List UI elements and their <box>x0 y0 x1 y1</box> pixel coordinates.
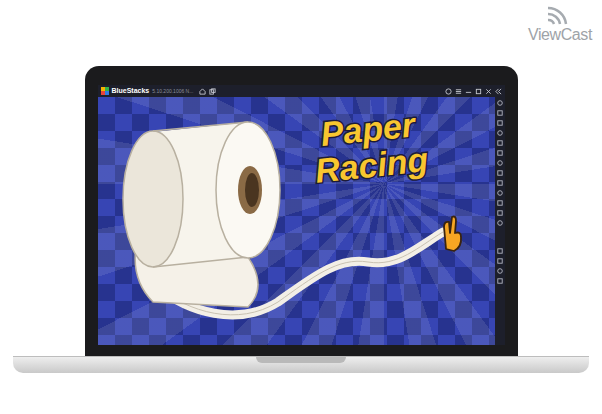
tool-icon[interactable] <box>497 210 503 216</box>
laptop: BlueStacks 5.10.200.1006 N... <box>0 0 602 373</box>
base-notch <box>256 357 346 363</box>
tool-icon[interactable] <box>497 190 503 196</box>
tool-icon[interactable] <box>497 120 503 126</box>
maximize-icon[interactable] <box>475 88 482 95</box>
tool-icon[interactable] <box>497 170 503 176</box>
tool-icon[interactable] <box>497 160 503 166</box>
tool-icon[interactable] <box>497 140 503 146</box>
tool-icon[interactable] <box>497 220 503 226</box>
close-icon[interactable] <box>485 88 492 95</box>
tool-icon[interactable] <box>497 248 503 254</box>
tool-icon[interactable] <box>497 180 503 186</box>
tool-icon[interactable] <box>497 110 503 116</box>
viewcast-logo: ViewCast <box>528 4 592 44</box>
page: ViewCast BlueStacks 5.10.200.1006 N... <box>0 0 602 414</box>
signal-icon <box>544 4 578 26</box>
laptop-bezel: BlueStacks 5.10.200.1006 N... <box>85 66 518 356</box>
window-version: 5.10.200.1006 N... <box>152 86 193 96</box>
game-screen[interactable]: PaperRacing <box>98 97 495 345</box>
help-icon[interactable] <box>445 88 452 95</box>
tool-icon[interactable] <box>497 100 503 106</box>
emulator-window: BlueStacks 5.10.200.1006 N... <box>98 85 505 345</box>
tool-icon[interactable] <box>497 200 503 206</box>
tool-icon[interactable] <box>497 150 503 156</box>
window-title: BlueStacks <box>112 86 150 96</box>
tool-icon[interactable] <box>497 278 503 284</box>
collapse-icon[interactable] <box>495 88 502 95</box>
game-title: PaperRacing <box>309 105 429 188</box>
brand-text: ViewCast <box>528 26 592 44</box>
tool-icon[interactable] <box>497 130 503 136</box>
title-bar: BlueStacks 5.10.200.1006 N... <box>98 85 505 97</box>
side-toolbar <box>495 97 505 345</box>
multi-instance-icon[interactable] <box>209 88 216 95</box>
toilet-paper-icon <box>98 97 495 345</box>
laptop-base <box>13 356 589 373</box>
tool-icon[interactable] <box>497 258 503 264</box>
pointing-hand-icon <box>434 209 464 253</box>
tool-icon[interactable] <box>497 268 503 274</box>
home-icon[interactable] <box>199 88 206 95</box>
bluestacks-logo-icon <box>101 87 109 95</box>
minimize-icon[interactable] <box>465 88 472 95</box>
menu-icon[interactable] <box>455 88 462 95</box>
